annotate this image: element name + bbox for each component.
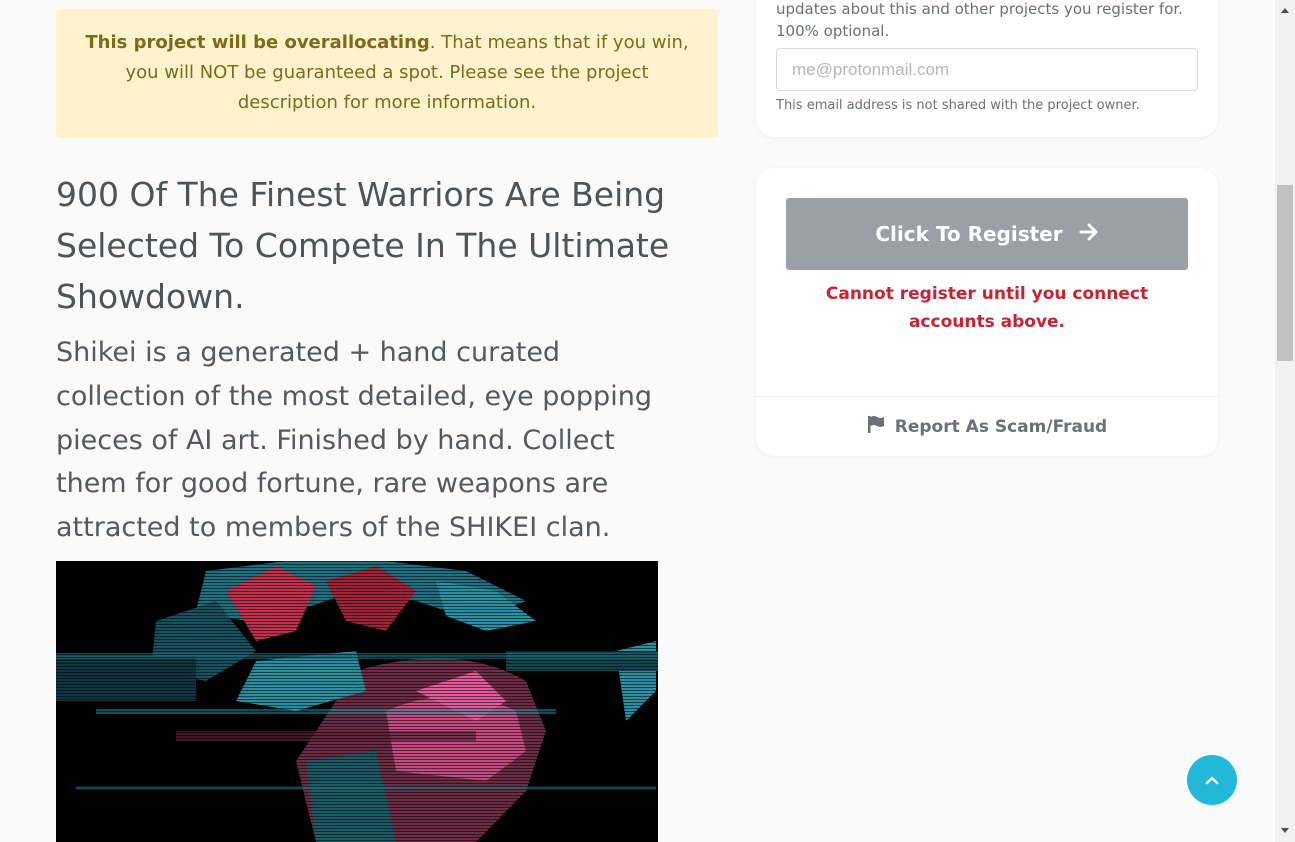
scroll-up-arrow-icon[interactable]: [1280, 6, 1290, 14]
project-artwork-image: [56, 561, 658, 842]
flag-icon: [867, 415, 885, 438]
overallocation-alert: This project will be overallocating. Tha…: [56, 9, 718, 138]
alert-bold-text: This project will be overallocating: [85, 32, 430, 53]
email-signup-card: updates about this and other projects yo…: [756, 0, 1218, 137]
register-button-label: Click To Register: [875, 222, 1063, 246]
report-scam-link[interactable]: Report As Scam/Fraud: [756, 397, 1218, 456]
project-description: Shikei is a generated + hand curated col…: [56, 337, 652, 544]
chevron-up-icon: [1204, 771, 1220, 790]
email-optional-note: updates about this and other projects yo…: [776, 0, 1183, 40]
register-button[interactable]: Click To Register: [786, 198, 1188, 270]
arrow-right-icon: [1079, 222, 1099, 246]
email-input[interactable]: [776, 48, 1198, 91]
register-card: Click To Register Cannot register until …: [756, 168, 1218, 456]
scroll-down-arrow-icon[interactable]: [1280, 827, 1290, 835]
project-headline: 900 Of The Finest Warriors Are Being Sel…: [56, 175, 670, 316]
register-error-message: Cannot register until you connect accoun…: [825, 284, 1149, 332]
back-to-top-button[interactable]: [1187, 755, 1237, 805]
scrollbar-thumb[interactable]: [1277, 185, 1293, 361]
email-privacy-help: This email address is not shared with th…: [776, 98, 1140, 113]
report-scam-label: Report As Scam/Fraud: [894, 416, 1108, 437]
page-scrollbar[interactable]: [1275, 0, 1295, 842]
